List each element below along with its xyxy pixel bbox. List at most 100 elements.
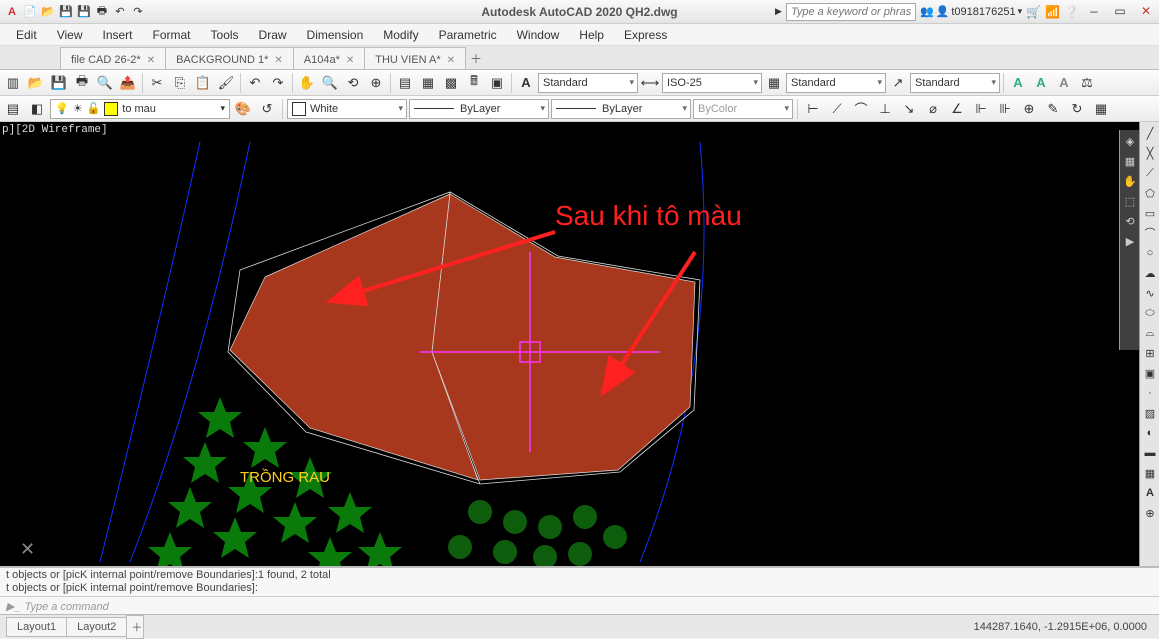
tab-file-1[interactable]: BACKGROUND 1*✕	[165, 47, 294, 69]
exchange-icon[interactable]: 🛒	[1026, 5, 1041, 19]
mlstyle-select[interactable]: Standard	[910, 73, 1000, 93]
menu-view[interactable]: View	[47, 25, 93, 45]
layout-add-button[interactable]: ＋	[126, 615, 144, 639]
layer-select[interactable]: 💡 ☀ 🔓 to mau ▾	[50, 99, 230, 119]
table-icon[interactable]: ▦	[1141, 464, 1159, 482]
window-close[interactable]: ✕	[1135, 3, 1157, 21]
gradient-icon[interactable]: ◐	[1141, 424, 1159, 442]
dim-grid-icon[interactable]: ▦	[1090, 98, 1112, 120]
menu-modify[interactable]: Modify	[373, 25, 428, 45]
window-minimize[interactable]: —	[1083, 3, 1105, 21]
copy-icon[interactable]: ⎘	[169, 72, 191, 94]
annoA3-icon[interactable]: A	[1053, 72, 1075, 94]
orbit-icon[interactable]: ⟲	[1121, 212, 1139, 230]
save-icon[interactable]: 💾	[58, 4, 74, 20]
menu-dimension[interactable]: Dimension	[297, 25, 374, 45]
hatch-icon[interactable]: ▨	[1141, 404, 1159, 422]
tool-icon[interactable]: ▩	[440, 72, 462, 94]
help-icon[interactable]: ❔	[1064, 5, 1079, 19]
close-icon[interactable]: ✕	[20, 539, 35, 560]
tablestyle-icon[interactable]: ▦	[763, 72, 785, 94]
paste-icon[interactable]: 📋	[192, 72, 214, 94]
dim-aligned-icon[interactable]: ⟋	[826, 98, 848, 120]
pline-icon[interactable]: ⟋	[1141, 164, 1159, 182]
annoA-icon[interactable]: A	[1007, 72, 1029, 94]
textstyle-icon[interactable]: A	[515, 72, 537, 94]
layout-tab-1[interactable]: Layout1	[6, 617, 67, 637]
close-icon[interactable]: ✕	[447, 55, 455, 66]
search-icon[interactable]: ▶	[775, 6, 782, 17]
preview-icon[interactable]: 🔍	[94, 72, 116, 94]
close-icon[interactable]: ✕	[346, 55, 354, 66]
new-icon[interactable]: 📄	[22, 4, 38, 20]
zoom-ext-icon[interactable]: ⬚	[1121, 192, 1139, 210]
dim-rad-icon[interactable]: ↘	[898, 98, 920, 120]
region-icon[interactable]: ▬	[1141, 444, 1159, 462]
dim-dia-icon[interactable]: ⌀	[922, 98, 944, 120]
match-icon[interactable]: 🖌	[215, 72, 237, 94]
redo-icon[interactable]: ↷	[130, 4, 146, 20]
dim-ord-icon[interactable]: ⊥	[874, 98, 896, 120]
save-icon[interactable]: 💾	[48, 72, 70, 94]
insert-icon[interactable]: ⊞	[1141, 344, 1159, 362]
plot-icon[interactable]: 🖶	[71, 72, 93, 94]
spline-icon[interactable]: ∿	[1141, 284, 1159, 302]
menu-draw[interactable]: Draw	[249, 25, 297, 45]
menu-express[interactable]: Express	[614, 25, 677, 45]
menu-help[interactable]: Help	[569, 25, 614, 45]
steer-icon[interactable]: ⊕	[365, 72, 387, 94]
viewcube-icon[interactable]: ◈	[1121, 132, 1139, 150]
new-icon[interactable]: ▥	[2, 72, 24, 94]
open-icon[interactable]: 📂	[40, 4, 56, 20]
pan-icon[interactable]: ✋	[296, 72, 318, 94]
dim-cen-icon[interactable]: ⊕	[1018, 98, 1040, 120]
linetype-select[interactable]: ByLayer	[409, 99, 549, 119]
drawing-canvas[interactable]: p][2D Wireframe]	[0, 122, 1159, 566]
dim-upd-icon[interactable]: ↻	[1066, 98, 1088, 120]
dim-base-icon[interactable]: ⊩	[970, 98, 992, 120]
ellipsearc-icon[interactable]: ⌓	[1141, 324, 1159, 342]
circle-icon[interactable]: ○	[1141, 244, 1159, 262]
annoA2-icon[interactable]: A	[1030, 72, 1052, 94]
rect-icon[interactable]: ▭	[1141, 204, 1159, 222]
dim-linear-icon[interactable]: ⊢	[802, 98, 824, 120]
tab-file-2[interactable]: A104a*✕	[293, 47, 365, 69]
navbar-icon[interactable]: ▦	[1121, 152, 1139, 170]
polygon-icon[interactable]: ⬠	[1141, 184, 1159, 202]
command-input[interactable]: ▶_ Type a command	[0, 596, 1159, 616]
close-icon[interactable]: ✕	[274, 55, 282, 66]
zoom-icon[interactable]: 🔍	[319, 72, 341, 94]
mleader-icon[interactable]: ↗	[887, 72, 909, 94]
undo-icon[interactable]: ↶	[112, 4, 128, 20]
tab-file-3[interactable]: THU VIEN A*✕	[364, 47, 466, 69]
arc-icon[interactable]: ⌒	[1141, 224, 1159, 242]
dimstyle-select[interactable]: ISO-25	[662, 73, 762, 93]
menu-insert[interactable]: Insert	[92, 25, 142, 45]
textstyle-select[interactable]: Standard	[538, 73, 638, 93]
menu-parametric[interactable]: Parametric	[429, 25, 507, 45]
menu-tools[interactable]: Tools	[201, 25, 249, 45]
line-icon[interactable]: ╱	[1141, 124, 1159, 142]
dc-icon[interactable]: ▣	[486, 72, 508, 94]
app-menu-button[interactable]: A	[4, 4, 20, 20]
pan-icon[interactable]: ✋	[1121, 172, 1139, 190]
addsel-icon[interactable]: ⊕	[1141, 504, 1159, 522]
menu-edit[interactable]: Edit	[6, 25, 47, 45]
calc-icon[interactable]: 🖩	[463, 72, 485, 94]
menu-window[interactable]: Window	[507, 25, 570, 45]
showmotion-icon[interactable]: ▶	[1121, 232, 1139, 250]
xline-icon[interactable]: ╳	[1141, 144, 1159, 162]
color-select[interactable]: White	[287, 99, 407, 119]
block-icon[interactable]: ▣	[1141, 364, 1159, 382]
dim-ang-icon[interactable]: ∠	[946, 98, 968, 120]
undo-icon[interactable]: ↶	[244, 72, 266, 94]
dim-arc-icon[interactable]: ⌒	[850, 98, 872, 120]
revcloud-icon[interactable]: ☁	[1141, 264, 1159, 282]
layerprev-icon[interactable]: ↺	[256, 98, 278, 120]
search-input[interactable]	[786, 3, 916, 21]
dimstyle-icon[interactable]: ⟷	[639, 72, 661, 94]
close-icon[interactable]: ✕	[147, 55, 155, 66]
signin-user[interactable]: 👥 👤 t0918176251 ▾	[920, 5, 1022, 18]
layerprops-icon[interactable]: ▤	[2, 98, 24, 120]
mtext-icon[interactable]: A	[1141, 484, 1159, 502]
